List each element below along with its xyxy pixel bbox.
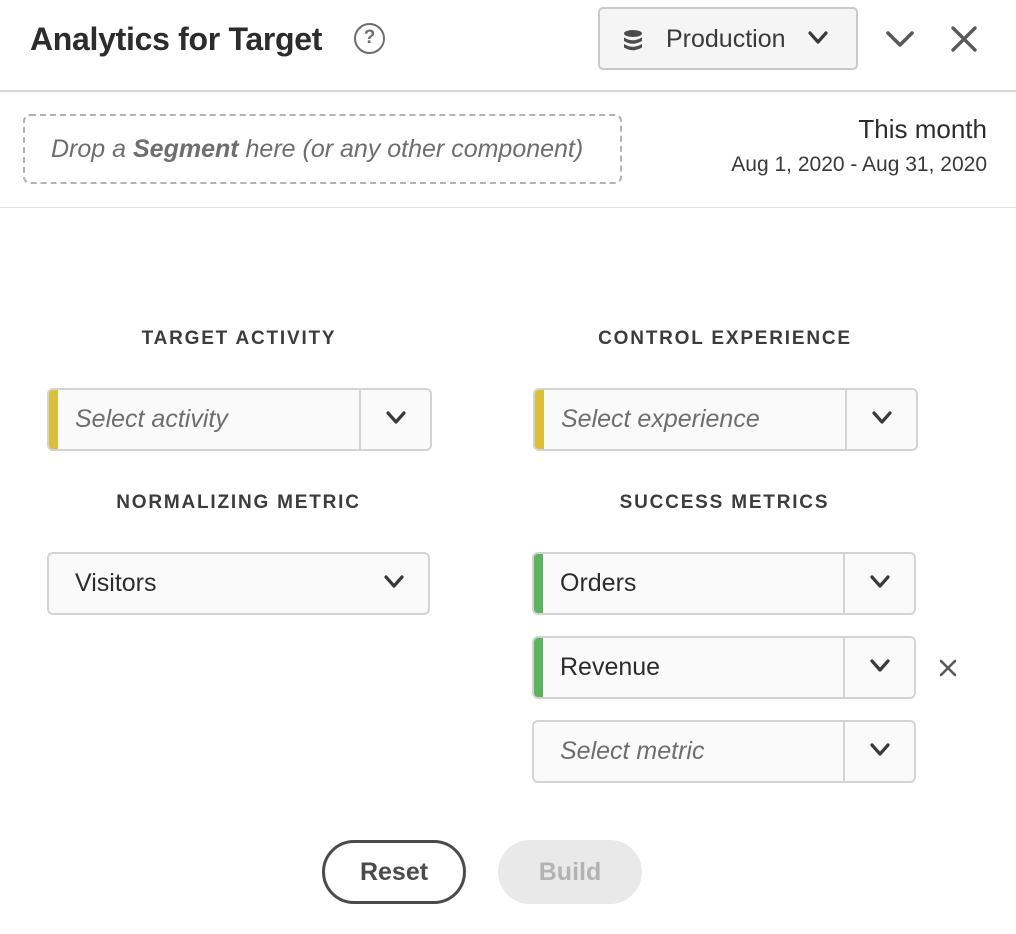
success-metric-placeholder: Select metric — [560, 737, 705, 765]
success-metric-dropdown-button[interactable] — [843, 554, 914, 613]
metric-set-indicator — [534, 638, 543, 697]
normalizing-metric-select[interactable]: Visitors — [47, 552, 430, 615]
drop-zone-segment-word: Segment — [132, 135, 239, 163]
chevron-down-icon — [386, 411, 406, 424]
success-metric-dropdown-button[interactable] — [843, 722, 914, 781]
target-activity-select[interactable]: Select activity — [47, 388, 432, 451]
success-metric-value: Orders — [560, 569, 637, 597]
target-activity-dropdown-button[interactable] — [359, 390, 430, 449]
panel-header: Analytics for Target ? Production — [0, 0, 1016, 92]
chevron-down-icon — [384, 575, 404, 594]
success-metric-dropdown-button[interactable] — [843, 638, 914, 697]
chevron-down-icon — [872, 411, 892, 424]
drop-zone-suffix: here (or any other component) — [238, 135, 584, 163]
environment-select[interactable]: Production — [598, 7, 858, 70]
metric-set-indicator — [534, 554, 543, 613]
control-experience-label: CONTROL EXPERIENCE — [598, 328, 852, 349]
required-indicator — [535, 390, 544, 449]
success-metric-select-new[interactable]: Select metric — [532, 720, 916, 783]
required-indicator — [49, 390, 58, 449]
success-metric-select-revenue[interactable]: Revenue — [532, 636, 916, 699]
control-experience-placeholder: Select experience — [561, 405, 760, 433]
success-metrics-label: SUCCESS METRICS — [619, 492, 830, 513]
segment-date-row: Drop a Segment here (or any other compon… — [0, 92, 1016, 208]
drop-zone-prefix: Drop a — [51, 135, 133, 163]
environment-select-value: Production — [666, 25, 786, 53]
target-activity-label: TARGET ACTIVITY — [141, 328, 337, 349]
control-experience-select[interactable]: Select experience — [533, 388, 918, 451]
chevron-down-icon — [870, 575, 890, 588]
date-range-value[interactable]: Aug 1, 2020 - Aug 31, 2020 — [731, 151, 987, 179]
target-activity-placeholder: Select activity — [75, 405, 228, 433]
normalizing-metric-label: NORMALIZING METRIC — [116, 492, 361, 513]
analytics-for-target-panel: Analytics for Target ? Production Drop a… — [0, 0, 1016, 934]
success-metric-value: Revenue — [560, 653, 661, 681]
success-metric-select-orders[interactable]: Orders — [532, 552, 916, 615]
build-button[interactable]: Build — [498, 840, 642, 904]
date-range-title[interactable]: This month — [858, 112, 987, 146]
database-icon — [622, 29, 644, 58]
chevron-down-icon — [870, 659, 890, 672]
remove-metric-icon[interactable] — [939, 659, 957, 682]
segment-drop-zone[interactable]: Drop a Segment here (or any other compon… — [23, 114, 622, 184]
reset-button[interactable]: Reset — [322, 840, 466, 904]
chevron-down-icon — [870, 743, 890, 756]
collapse-chevron-icon[interactable] — [884, 25, 916, 58]
control-experience-dropdown-button[interactable] — [845, 390, 916, 449]
normalizing-metric-value: Visitors — [75, 569, 157, 597]
close-icon[interactable] — [950, 25, 978, 58]
chevron-down-icon — [808, 31, 828, 50]
help-circle-icon[interactable]: ? — [354, 23, 385, 54]
panel-title: Analytics for Target — [30, 21, 323, 57]
